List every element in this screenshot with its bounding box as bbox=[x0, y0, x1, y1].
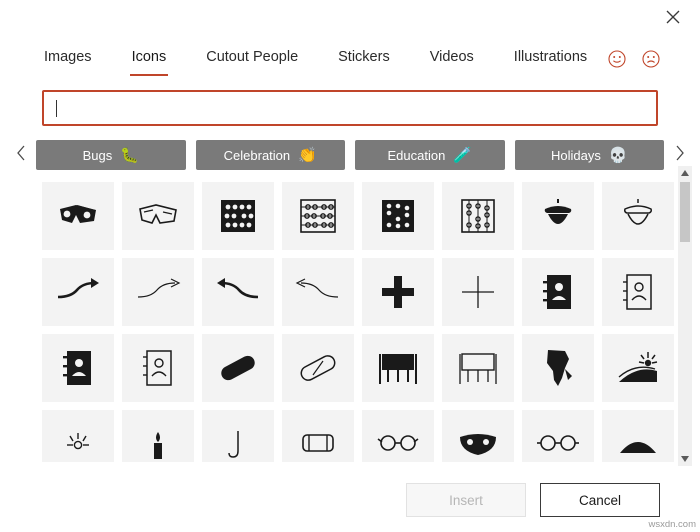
bug-icon: 🐛 bbox=[120, 146, 139, 164]
icon-grid bbox=[42, 182, 674, 462]
search-box[interactable] bbox=[42, 90, 658, 126]
category-chip-label: Education bbox=[387, 147, 446, 163]
footer-bar: Insert Cancel bbox=[0, 468, 700, 532]
icon-cell-glasses-partial[interactable] bbox=[362, 410, 434, 462]
icon-cell-bandage-outline[interactable] bbox=[282, 334, 354, 402]
icon-cell-field-sunrise[interactable] bbox=[602, 334, 674, 402]
icon-cell-sun-partial[interactable] bbox=[42, 410, 114, 462]
close-button[interactable] bbox=[656, 2, 690, 32]
scroll-down-arrow-icon[interactable] bbox=[678, 452, 692, 466]
icon-cell-mask-partial[interactable] bbox=[442, 410, 514, 462]
icon-cell-africa-map[interactable] bbox=[522, 334, 594, 402]
title-bar bbox=[0, 0, 700, 34]
icon-cell-dome-partial[interactable] bbox=[602, 410, 674, 462]
category-chip-label: Celebration bbox=[223, 147, 291, 163]
frowning-face-icon[interactable] bbox=[642, 50, 660, 68]
icon-cell-hook[interactable] bbox=[202, 410, 274, 462]
chevron-left-icon bbox=[16, 145, 27, 166]
cancel-button[interactable]: Cancel bbox=[540, 483, 660, 517]
icon-cell-acorn-outline[interactable] bbox=[602, 182, 674, 250]
tab-images[interactable]: Images bbox=[42, 45, 94, 76]
category-chip-celebration[interactable]: Celebration 👏 bbox=[195, 140, 345, 170]
icon-cell-abacus-filled[interactable] bbox=[202, 182, 274, 250]
icon-cell-bandage-filled[interactable] bbox=[202, 334, 274, 402]
icon-cell-easel-filled[interactable] bbox=[362, 334, 434, 402]
skull-icon: 💀 bbox=[608, 146, 628, 164]
icon-cell-3d-glasses-alt[interactable] bbox=[122, 182, 194, 250]
scrollbar-thumb[interactable] bbox=[680, 182, 690, 242]
category-chip-list: Bugs 🐛 Celebration 👏 Education 🧪 Holiday… bbox=[34, 140, 666, 170]
category-chip-label: Bugs bbox=[82, 147, 113, 163]
tab-bar: Images Icons Cutout People Stickers Vide… bbox=[0, 34, 700, 76]
category-chip-holidays[interactable]: Holidays 💀 bbox=[514, 140, 664, 170]
category-strip: Bugs 🐛 Celebration 👏 Education 🧪 Holiday… bbox=[0, 126, 700, 172]
icon-cell-contact-card-filled[interactable] bbox=[42, 334, 114, 402]
icon-cell-arrow-curve-left[interactable] bbox=[202, 258, 274, 326]
category-chip-education[interactable]: Education 🧪 bbox=[355, 140, 505, 170]
icon-grid-area bbox=[42, 182, 674, 462]
test-tube-icon: 🧪 bbox=[453, 146, 472, 164]
tab-illustrations[interactable]: Illustrations bbox=[512, 45, 589, 76]
icon-cell-easel-outline[interactable] bbox=[442, 334, 514, 402]
category-prev-button[interactable] bbox=[8, 140, 34, 170]
clapping-hands-icon: 👏 bbox=[298, 146, 317, 164]
category-chip-label: Holidays bbox=[550, 147, 601, 163]
icon-cell-address-book-outline[interactable] bbox=[602, 258, 674, 326]
text-caret bbox=[56, 99, 57, 117]
icon-cell-abacus-vertical-filled[interactable] bbox=[362, 182, 434, 250]
search-input[interactable] bbox=[59, 100, 646, 116]
category-chip-bugs[interactable]: Bugs 🐛 bbox=[36, 140, 186, 170]
icon-cell-arrow-curve-left-thin[interactable] bbox=[282, 258, 354, 326]
icon-cell-goggles-partial[interactable] bbox=[522, 410, 594, 462]
tab-cutout-people[interactable]: Cutout People bbox=[204, 45, 300, 76]
icon-cell-arrow-curve-right-thin[interactable] bbox=[122, 258, 194, 326]
watermark-text: wsxdn.com bbox=[648, 519, 696, 530]
search-area bbox=[0, 76, 700, 126]
tab-videos[interactable]: Videos bbox=[428, 45, 476, 76]
tab-stickers[interactable]: Stickers bbox=[336, 45, 392, 76]
icon-cell-candle[interactable] bbox=[122, 410, 194, 462]
feedback-buttons bbox=[608, 50, 660, 68]
icon-cell-abacus-vertical-outline[interactable] bbox=[442, 182, 514, 250]
smiley-face-icon[interactable] bbox=[608, 50, 626, 68]
tab-icons[interactable]: Icons bbox=[129, 45, 169, 76]
icon-cell-clamp[interactable] bbox=[282, 410, 354, 462]
icon-cell-contact-card-outline[interactable] bbox=[122, 334, 194, 402]
icon-cell-acorn-filled[interactable] bbox=[522, 182, 594, 250]
icon-cell-plus-thin[interactable] bbox=[442, 258, 514, 326]
icon-cell-3d-glasses[interactable] bbox=[42, 182, 114, 250]
icon-cell-arrow-curve-right[interactable] bbox=[42, 258, 114, 326]
icon-cell-abacus-outline[interactable] bbox=[282, 182, 354, 250]
chevron-right-icon bbox=[674, 145, 685, 166]
grid-scrollbar[interactable] bbox=[678, 166, 692, 466]
scroll-up-arrow-icon[interactable] bbox=[678, 166, 692, 180]
icon-cell-plus-bold[interactable] bbox=[362, 258, 434, 326]
close-icon bbox=[666, 10, 680, 24]
insert-button[interactable]: Insert bbox=[406, 483, 526, 517]
icon-cell-address-book-filled[interactable] bbox=[522, 258, 594, 326]
